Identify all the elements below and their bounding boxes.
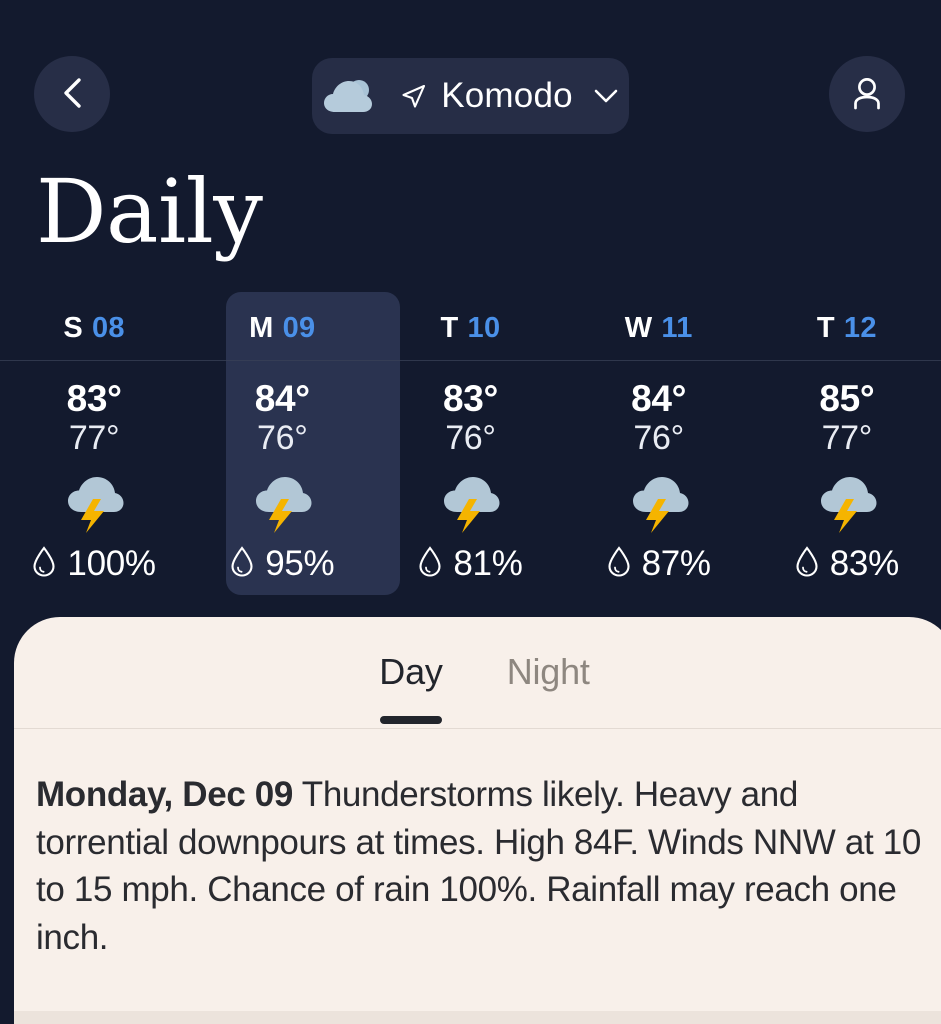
cloud-icon (322, 76, 378, 116)
day-header: M 09 (249, 312, 315, 360)
page-title: Daily (36, 160, 263, 263)
profile-button[interactable] (829, 56, 905, 132)
temp-high: 83° (442, 378, 498, 419)
precipitation-chance: 81% (418, 543, 523, 584)
chevron-down-icon[interactable] (593, 88, 619, 104)
chevron-left-icon (59, 76, 85, 113)
day-header: W 11 (625, 312, 693, 360)
temp-low: 76° (445, 419, 496, 458)
thunderstorm-icon (816, 472, 878, 534)
tab-day[interactable]: Day (379, 651, 443, 693)
person-icon (851, 76, 883, 113)
precip-value: 95% (265, 543, 335, 583)
day-temperatures: 83° 76° (443, 378, 498, 458)
daily-forecast-strip: S 08 83° 77° 100% M 09 84° 76° 95% T 10 … (0, 292, 941, 622)
day-column-12[interactable]: T 12 85° 77° 83% (753, 292, 941, 584)
precip-value: 83% (829, 543, 899, 583)
temp-high: 83° (66, 378, 122, 419)
precipitation-chance: 87% (607, 544, 711, 584)
detail-sheet: Day Night Monday, Dec 09 Thunderstorms l… (14, 617, 941, 1024)
day-date: 08 (91, 312, 125, 344)
water-drop-icon (418, 545, 442, 582)
day-temperatures: 83° 77° (67, 378, 122, 458)
water-drop-icon (32, 545, 56, 582)
thunderstorm-icon (439, 472, 501, 534)
precipitation-chance: 95% (230, 543, 335, 584)
day-letter: M (249, 312, 274, 344)
day-header: T 12 (817, 312, 877, 360)
forecast-description: Monday, Dec 09 Thunderstorms likely. Hea… (14, 729, 941, 961)
location-name: Komodo (441, 76, 573, 115)
forecast-date: Monday, Dec 09 (36, 775, 294, 814)
water-drop-icon (230, 545, 254, 582)
day-date: 12 (843, 312, 877, 344)
day-letter: W (624, 312, 653, 344)
navigation-arrow-icon (400, 83, 427, 110)
day-column-08[interactable]: S 08 83° 77° 100% (0, 292, 188, 584)
day-temperatures: 84° 76° (631, 378, 686, 458)
thunderstorm-icon (63, 472, 125, 534)
precip-value: 81% (453, 543, 523, 583)
thunderstorm-icon (251, 472, 313, 534)
days-row: S 08 83° 77° 100% M 09 84° 76° 95% T 10 … (0, 292, 941, 584)
temp-low: 77° (821, 419, 873, 458)
temp-high: 84° (254, 378, 310, 419)
day-date: 10 (467, 312, 501, 344)
day-column-10[interactable]: T 10 83° 76° 81% (376, 292, 564, 584)
day-column-09[interactable]: M 09 84° 76° 95% (188, 292, 376, 584)
precip-value: 100% (67, 543, 156, 583)
precipitation-chance: 100% (32, 543, 156, 584)
day-letter: S (63, 312, 83, 344)
day-header: S 08 (63, 312, 125, 360)
day-date: 09 (282, 312, 316, 344)
day-header: T 10 (441, 312, 501, 360)
tab-night[interactable]: Night (507, 651, 590, 693)
day-date: 11 (661, 312, 693, 344)
bottom-band (14, 1011, 941, 1024)
precipitation-chance: 83% (795, 544, 899, 584)
temp-low: 76° (257, 419, 308, 458)
back-button[interactable] (34, 56, 110, 132)
water-drop-icon (607, 545, 631, 582)
day-letter: T (440, 312, 459, 344)
temp-high: 85° (819, 378, 875, 419)
water-drop-icon (795, 545, 819, 582)
temp-low: 76° (633, 419, 684, 458)
day-temperatures: 85° 77° (819, 378, 874, 458)
location-selector[interactable]: Komodo (312, 58, 629, 134)
day-letter: T (816, 312, 835, 344)
day-night-tabs: Day Night (14, 617, 941, 729)
precip-value: 87% (641, 543, 711, 583)
temp-high: 84° (631, 378, 687, 419)
days-divider (0, 360, 941, 361)
day-column-11[interactable]: W 11 84° 76° 87% (565, 292, 753, 584)
day-temperatures: 84° 76° (255, 378, 310, 458)
temp-low: 77° (68, 419, 120, 458)
thunderstorm-icon (628, 472, 690, 534)
